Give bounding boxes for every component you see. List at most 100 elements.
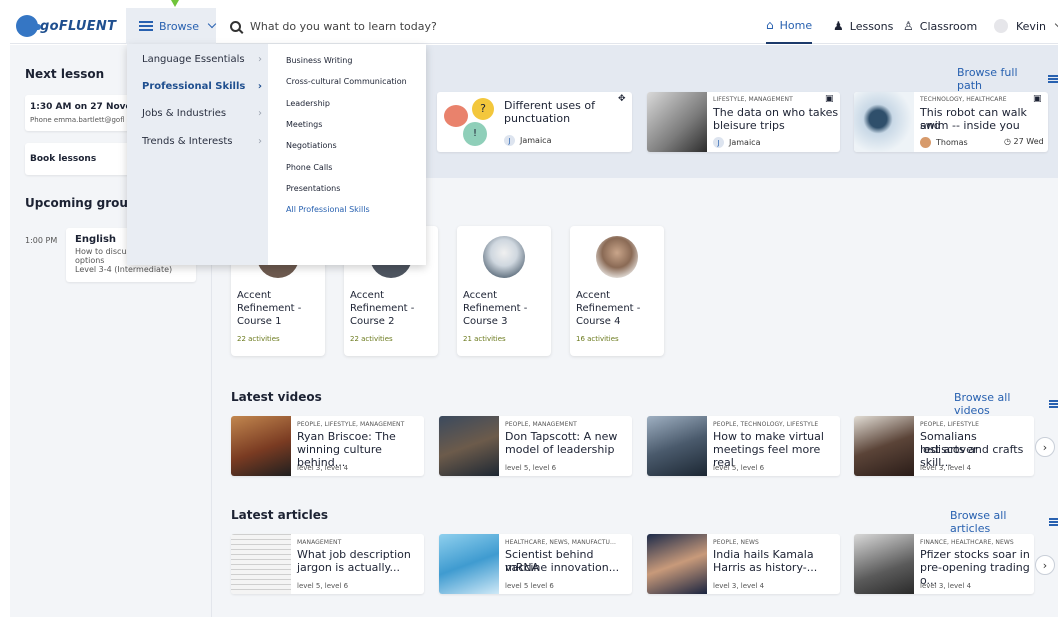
article-title-2: jargon is actually... <box>297 561 400 574</box>
path-card-title-1: The data on who takes <box>713 106 839 119</box>
category-item-selected[interactable]: Professional Skills › <box>142 81 262 92</box>
avatar <box>994 19 1008 33</box>
briefcase-icon: ▣ <box>1033 94 1042 104</box>
browse-full-path-link[interactable]: Browse full path <box>957 66 1058 92</box>
search-icon <box>230 20 241 32</box>
browse-all-videos-link[interactable]: Browse all videos <box>954 391 1058 417</box>
course-card[interactable]: Accent Refinement - Course 4 16 activiti… <box>570 226 664 356</box>
course-card[interactable]: Accent Refinement - Course 3 21 activiti… <box>457 226 551 356</box>
book-lessons-label: Book lessons <box>30 154 97 164</box>
video-level: level 5, level 6 <box>505 464 557 472</box>
question-bubble-icon: ? <box>472 98 494 120</box>
article-tag: FINANCE, HEALTHCARE, NEWS <box>920 539 1014 546</box>
subcategory-item[interactable]: Leadership <box>286 99 330 108</box>
latest-videos-title: Latest videos <box>231 390 322 404</box>
path-card[interactable]: ? ! Different uses of punctuation J Jamai… <box>437 92 632 152</box>
browse-label: Browse <box>159 19 200 33</box>
chevron-down-icon <box>207 19 217 29</box>
path-card-title-1: Different uses of <box>504 99 596 112</box>
subcategory-item[interactable]: Meetings <box>286 120 322 129</box>
all-professional-skills-link[interactable]: All Professional Skills <box>286 205 370 214</box>
video-tag: PEOPLE, TECHNOLOGY, LIFESTYLE <box>713 421 819 428</box>
article-thumbnail <box>854 534 914 594</box>
category-item[interactable]: Jobs & Industries › <box>142 108 262 119</box>
nav-lessons-label: Lessons <box>849 19 894 33</box>
chevron-right-icon: › <box>1042 558 1048 572</box>
author-name: Thomas <box>936 138 968 147</box>
briefcase-icon: ▣ <box>825 94 834 104</box>
subcategory-item[interactable]: Cross-cultural Communication <box>286 77 407 86</box>
video-title-2: model of leadership <box>505 443 615 456</box>
group-lang: English <box>75 234 117 245</box>
browse-all-articles-label: Browse all articles <box>950 509 1007 535</box>
browse-all-articles-link[interactable]: Browse all articles <box>950 509 1058 535</box>
path-card-title-2: punctuation <box>504 112 571 125</box>
article-tag: PEOPLE, NEWS <box>713 539 759 546</box>
course-name: Accent Refinement - Course 3 <box>463 290 528 327</box>
article-level: level 3, level 4 <box>713 582 765 590</box>
nav-lessons[interactable]: ♟ Lessons <box>833 8 893 44</box>
subcategory-item[interactable]: Negotiations <box>286 141 337 150</box>
article-title-1: India hails Kamala <box>713 548 814 561</box>
chevron-right-icon: › <box>258 54 262 65</box>
nav-classroom[interactable]: ♙ Classroom <box>903 8 977 44</box>
chevron-right-icon: › <box>257 81 262 92</box>
classroom-icon: ♙ <box>903 19 914 33</box>
video-card[interactable]: PEOPLE, TECHNOLOGY, LIFESTYLE How to mak… <box>647 416 840 476</box>
subcategory-item[interactable]: Phone Calls <box>286 163 332 172</box>
author-initial: J <box>504 135 515 146</box>
category-label: Trends & Interests <box>142 136 233 147</box>
video-title-1: Ryan Briscoe: The <box>297 430 396 443</box>
author-chip: Thomas <box>920 137 968 148</box>
category-item[interactable]: Trends & Interests › <box>142 136 262 147</box>
browse-dropdown: Language Essentials › Professional Skills… <box>127 44 426 265</box>
article-card[interactable]: MANAGEMENT What job description jargon i… <box>231 534 424 594</box>
article-title-2: vaccine innovation... <box>505 561 620 574</box>
category-label: Jobs & Industries <box>142 108 227 119</box>
group-desc-1: How to discus <box>75 247 131 256</box>
video-thumbnail <box>439 416 499 476</box>
search-input[interactable]: What do you want to learn today? <box>230 8 437 44</box>
path-card-title-2: swim -- inside you <box>920 119 1020 132</box>
home-icon: ⌂ <box>766 18 774 32</box>
list-icon <box>1048 517 1058 528</box>
article-title-1: What job description <box>297 548 411 561</box>
user-name: Kevin <box>1016 19 1046 33</box>
videos-next-button[interactable]: › <box>1035 437 1055 457</box>
subcategory-item[interactable]: Business Writing <box>286 56 352 65</box>
video-thumbnail <box>647 416 707 476</box>
logo-text: goFLUENT <box>40 18 117 34</box>
article-card[interactable]: PEOPLE, NEWS India hails Kamala Harris a… <box>647 534 840 594</box>
user-menu[interactable]: Kevin <box>994 8 1058 44</box>
path-card[interactable]: LIFESTYLE, MANAGEMENT The data on who ta… <box>647 92 840 152</box>
path-card[interactable]: TECHNOLOGY, HEALTHCARE This robot can wa… <box>854 92 1048 152</box>
path-card-tag: TECHNOLOGY, HEALTHCARE <box>920 96 1007 103</box>
clock-icon: ◷ <box>1004 137 1011 146</box>
article-card[interactable]: HEALTHCARE, NEWS, MANUFACTU... Scientist… <box>439 534 632 594</box>
path-card-title-2: bleisure trips <box>713 119 785 132</box>
category-label: Language Essentials <box>142 54 245 65</box>
author-initial: J <box>713 137 724 148</box>
author-name: Jamaica <box>729 138 761 147</box>
group-time: 1:00 PM <box>25 236 58 245</box>
article-thumbnail <box>439 534 499 594</box>
article-card[interactable]: FINANCE, HEALTHCARE, NEWS Pfizer stocks … <box>854 534 1034 594</box>
video-card[interactable]: PEOPLE, LIFESTYLE, MANAGEMENT Ryan Brisc… <box>231 416 424 476</box>
course-photo <box>596 236 638 278</box>
group-desc-2: options <box>75 256 105 265</box>
video-card[interactable]: PEOPLE, MANAGEMENT Don Tapscott: A new m… <box>439 416 632 476</box>
gofluent-logo[interactable]: goFLUENT <box>16 14 116 38</box>
menu-icon <box>139 19 153 33</box>
articles-next-button[interactable]: › <box>1035 555 1055 575</box>
next-lesson-title: Next lesson <box>25 67 105 81</box>
subcategory-item[interactable]: Presentations <box>286 184 340 193</box>
browse-button[interactable]: Browse <box>126 8 217 44</box>
article-thumbnail <box>231 534 291 594</box>
nav-home[interactable]: ⌂ Home <box>766 8 813 44</box>
video-card[interactable]: PEOPLE, LIFESTYLE Somalians rediscover l… <box>854 416 1034 476</box>
category-item[interactable]: Language Essentials › <box>142 54 262 65</box>
video-tag: PEOPLE, LIFESTYLE <box>920 421 980 428</box>
author-name: Jamaica <box>520 136 552 145</box>
video-level: level 3, level 4 <box>920 464 972 472</box>
course-activities: 22 activities <box>237 335 280 343</box>
